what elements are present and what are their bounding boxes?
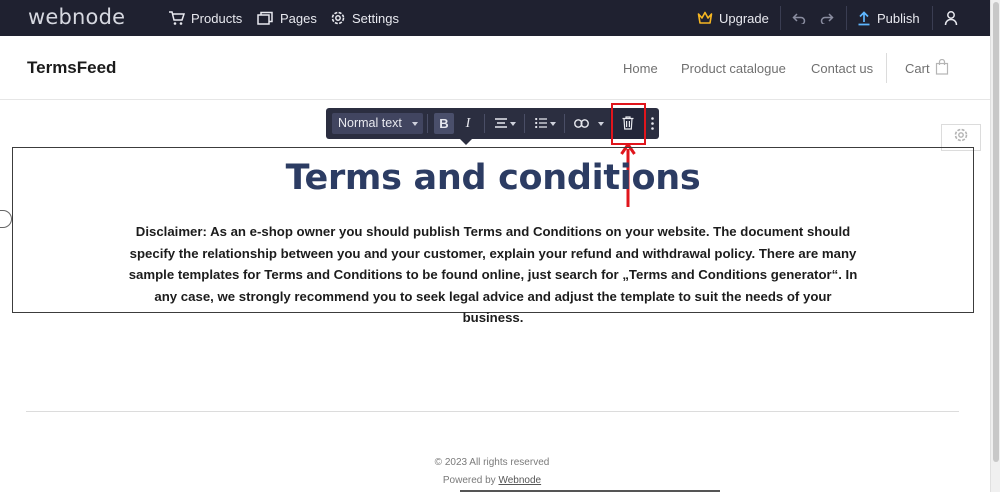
- topbar-divider: [932, 6, 933, 30]
- more-options-icon[interactable]: [646, 113, 658, 134]
- products-menu[interactable]: Products: [168, 0, 242, 36]
- crown-icon: [697, 11, 713, 25]
- toolbar-divider: [427, 114, 428, 133]
- footer-divider: [26, 411, 959, 412]
- topbar-divider: [846, 6, 847, 30]
- products-label: Products: [191, 10, 243, 26]
- pages-menu[interactable]: Pages: [257, 0, 317, 36]
- chevron-down-icon: [412, 122, 418, 126]
- topbar-divider: [780, 6, 781, 30]
- site-header: TermsFeed Home Product catalogue Contact…: [0, 36, 990, 100]
- toolbar-divider: [484, 114, 485, 133]
- nav-divider: [886, 53, 887, 83]
- webnode-logo[interactable]: webnode: [28, 5, 125, 29]
- chevron-down-icon: [509, 121, 516, 126]
- settings-menu[interactable]: Settings: [330, 0, 399, 36]
- text-style-value: Normal text: [338, 116, 402, 130]
- link-options-dropdown[interactable]: [594, 113, 608, 134]
- chevron-down-icon: [598, 121, 604, 126]
- site-brand[interactable]: TermsFeed: [27, 58, 116, 78]
- bold-button[interactable]: B: [434, 113, 454, 134]
- upgrade-label: Upgrade: [719, 10, 769, 26]
- bulleted-list-icon: [534, 116, 547, 131]
- delete-highlight-box: [611, 103, 646, 145]
- webnode-link[interactable]: Webnode: [498, 475, 541, 486]
- shopping-bag-icon[interactable]: [935, 58, 949, 80]
- cart-link[interactable]: Cart: [905, 61, 930, 76]
- italic-button[interactable]: I: [458, 113, 478, 134]
- footer-copyright: © 2023 All rights reserved: [434, 457, 550, 468]
- disclaimer-text[interactable]: Disclaimer: As an e-shop owner you shoul…: [123, 221, 863, 329]
- user-icon[interactable]: [942, 9, 960, 27]
- publish-label: Publish: [877, 10, 920, 26]
- gear-icon: [953, 127, 969, 148]
- align-center-icon: [494, 116, 507, 131]
- redo-icon[interactable]: [818, 9, 836, 27]
- link-icon: [573, 116, 589, 131]
- publish-button[interactable]: Publish: [857, 0, 920, 36]
- section-drag-handle[interactable]: [0, 210, 12, 228]
- gear-icon: [330, 10, 346, 26]
- upgrade-button[interactable]: Upgrade: [697, 0, 769, 36]
- text-format-toolbar: Normal text B I: [326, 108, 659, 145]
- powered-by-text: Powered by: [442, 475, 499, 486]
- scrollbar-thumb[interactable]: [993, 2, 999, 462]
- text-style-select[interactable]: Normal text: [332, 113, 423, 134]
- nav-home[interactable]: Home: [623, 61, 658, 76]
- undo-icon[interactable]: [790, 9, 808, 27]
- page-title[interactable]: Terms and conditions: [13, 158, 973, 198]
- footer-powered-by: Powered by Webnode: [0, 475, 984, 486]
- cart-icon: [168, 10, 185, 26]
- align-menu[interactable]: [492, 113, 518, 134]
- toolbar-divider: [524, 114, 525, 133]
- nav-contact-us[interactable]: Contact us: [811, 61, 873, 76]
- chevron-down-icon: [549, 121, 556, 126]
- link-button[interactable]: [570, 113, 592, 134]
- upload-icon: [857, 10, 871, 26]
- page-scrollbar[interactable]: [990, 0, 1000, 492]
- list-menu[interactable]: [532, 113, 558, 134]
- pages-icon: [257, 11, 274, 26]
- settings-label: Settings: [352, 10, 399, 26]
- editor-topbar: webnode Products Pages Settings Upgrade: [0, 0, 990, 36]
- toolbar-divider: [564, 114, 565, 133]
- text-block[interactable]: Terms and conditions Disclaimer: As an e…: [12, 147, 974, 325]
- nav-product-catalogue[interactable]: Product catalogue: [681, 61, 786, 76]
- pages-label: Pages: [280, 10, 317, 26]
